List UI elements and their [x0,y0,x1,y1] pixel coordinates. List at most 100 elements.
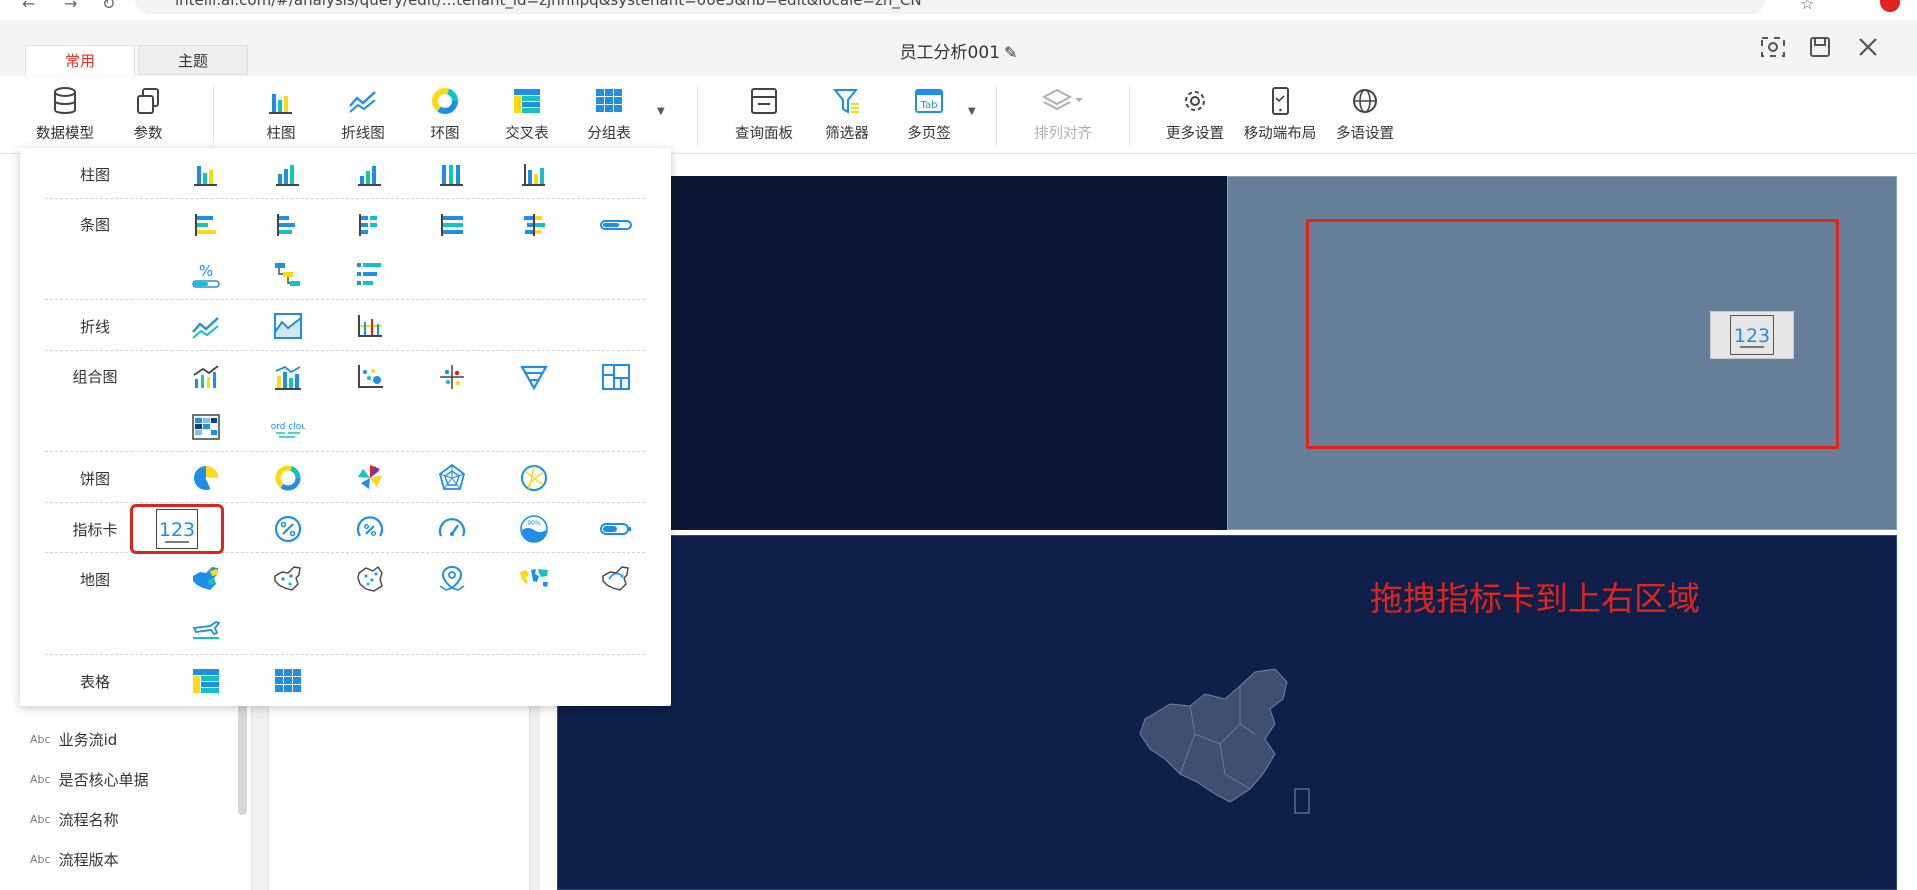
bookmark-star-icon[interactable]: ☆ [1800,0,1814,13]
cross-table-button[interactable]: 交叉表 [485,84,569,148]
percent-horizontal-bar-icon[interactable] [434,207,470,243]
field-item[interactable]: Abc 业务流id [30,719,149,759]
percent-bar-icon[interactable] [352,156,388,192]
field-name: 业务流id [58,730,118,749]
parameter-button[interactable]: 参数 [106,84,190,148]
field-item[interactable]: Abc 流程版本 [30,839,149,879]
funnel-icon[interactable] [516,359,552,395]
bar-chart-button[interactable]: 柱图 [239,84,323,148]
data-model-button[interactable]: 数据模型 [23,84,107,148]
dual-axis-combo-icon[interactable] [270,359,306,395]
forward-arrow-icon[interactable]: → [64,0,77,13]
mobile-icon [1238,84,1322,118]
category-row-pie: 饼图 [45,452,645,503]
grouped-bar-icon[interactable] [434,156,470,192]
notification-badge [1880,0,1900,12]
area-line-icon[interactable] [270,308,306,344]
category-label: 折线 [79,318,110,336]
donut-chart-icon[interactable] [270,460,306,496]
dragging-kpi-card[interactable]: 123 [1710,311,1794,359]
location-pin-map-icon[interactable] [434,561,470,597]
more-settings-button[interactable]: 更多设置 [1153,84,1237,148]
copy-icon [106,84,190,118]
region-map-icon[interactable] [270,561,306,597]
page-title: 员工分析001 ✎ [0,38,1917,63]
url-field[interactable]: intelli.ai.com/#/analysis/query/edit/...… [135,0,1765,14]
back-arrow-icon[interactable]: ← [22,0,35,13]
basic-line-icon[interactable] [188,308,224,344]
field-name: 流程名称 [58,810,119,829]
battery-progress-icon[interactable] [598,511,634,547]
line-chart-button[interactable]: 折线图 [321,84,405,148]
toolbar-label: 多语设置 [1336,126,1394,142]
percent-arc-icon[interactable] [352,511,388,547]
line-bar-combo-icon[interactable] [188,359,224,395]
grouped-horizontal-bar-icon[interactable] [352,207,388,243]
reload-icon[interactable]: ↻ [102,0,115,13]
preview-icon[interactable] [1757,34,1789,66]
kpi-card-icon[interactable]: 123 [156,509,198,549]
radar-chart-icon[interactable] [434,460,470,496]
category-row-combo: 组合图 word cloud [45,351,645,452]
flow-map-icon[interactable] [598,561,634,597]
progress-bar-icon[interactable] [598,207,634,243]
edit-pencil-icon[interactable]: ✎ [1004,43,1017,62]
horizontal-bar-icon[interactable] [188,207,224,243]
field-item[interactable]: Abc 流程名称 [30,799,149,839]
query-panel-button[interactable]: 查询面板 [722,84,806,148]
category-row-horizontal-bar: 条图 % [45,199,645,300]
multi-language-button[interactable]: 多语设置 [1323,84,1407,148]
multi-tab-button[interactable]: Tab 多页签 [887,84,971,148]
gantt-icon[interactable] [270,257,306,293]
basic-bar-icon[interactable] [188,156,224,192]
cross-table-icon[interactable] [188,663,224,699]
kpi-card-icon: 123 [1730,315,1774,355]
quadrant-icon[interactable] [434,359,470,395]
pie-chart-icon[interactable] [188,460,224,496]
ranking-list-icon[interactable] [352,257,388,293]
gear-icon [1153,84,1237,118]
mobile-layout-button[interactable]: 移动端布局 [1238,84,1322,148]
category-label: 条图 [79,216,110,234]
tab-more-caret-icon[interactable]: ▼ [968,106,976,117]
group-table-icon[interactable] [270,663,306,699]
save-icon[interactable] [1804,34,1836,66]
page-title-text[interactable]: 员工分析001 [900,43,1000,63]
stacked-bar-icon[interactable] [270,156,306,192]
percent-progress-icon[interactable]: % [188,257,224,293]
toolbar-label: 交叉表 [505,126,549,142]
liquid-fill-icon[interactable]: 90% [516,511,552,547]
percent-ring-icon[interactable] [270,511,306,547]
field-panel-scrollbar[interactable] [238,700,247,815]
word-cloud-icon[interactable]: word cloud [270,409,306,445]
field-item[interactable]: Abc 是否核心单据 [30,759,149,799]
toolbar: 数据模型 参数 柱图 折线图 环图 交叉表 分组表 ▼ 查询面板 筛选器 Tab… [0,76,1917,154]
toolbar-label: 多页签 [907,126,951,142]
heatmap-icon[interactable] [188,409,224,445]
group-table-button[interactable]: 分组表 [567,84,651,148]
airline-map-icon[interactable] [188,611,224,647]
scatter-icon[interactable] [352,359,388,395]
treemap-icon[interactable] [598,359,634,395]
category-row-line: 折线 [45,300,645,351]
filter-button[interactable]: 筛选器 [805,84,889,148]
field-name: 流程版本 [58,850,119,869]
line-bar-axis-icon[interactable] [352,308,388,344]
category-label: 地图 [79,571,110,589]
stacked-horizontal-bar-icon[interactable] [270,207,306,243]
china-map-icon[interactable] [188,561,224,597]
rose-chart-icon[interactable] [352,460,388,496]
arrange-align-button[interactable]: 排列对齐 [1021,84,1105,148]
chart-more-caret-icon[interactable]: ▼ [657,106,665,117]
gauge-icon[interactable] [434,511,470,547]
dot-map-icon[interactable] [352,561,388,597]
bilateral-bar-icon[interactable] [516,207,552,243]
donut-chart-button[interactable]: 环图 [403,84,487,148]
close-icon[interactable] [1852,34,1884,66]
category-label: 组合图 [72,368,118,386]
chord-chart-icon[interactable] [516,460,552,496]
waterfall-bar-icon[interactable] [516,156,552,192]
world-map-icon[interactable] [516,561,552,597]
line-chart-icon [321,84,405,118]
china-map-preview [1135,664,1310,823]
